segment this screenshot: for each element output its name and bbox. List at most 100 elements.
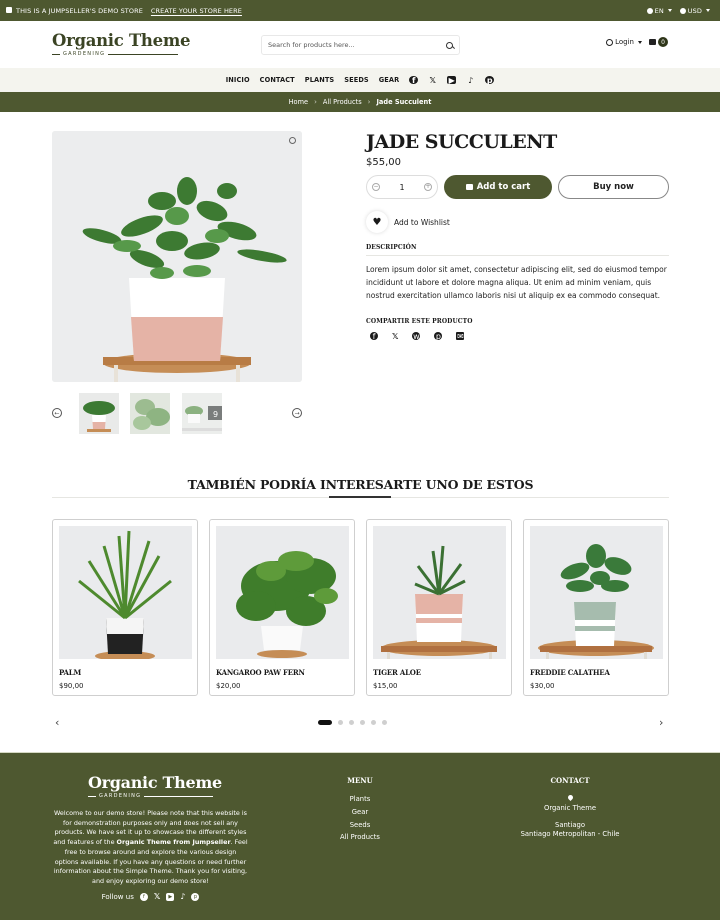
add-to-cart-button[interactable]: Add to cart: [444, 175, 552, 199]
breadcrumb-all-products[interactable]: All Products: [323, 98, 362, 106]
pinterest-icon[interactable]: p: [485, 76, 495, 85]
pinterest-icon[interactable]: p: [434, 332, 443, 341]
product-main-image[interactable]: [52, 131, 302, 382]
breadcrumb-current: Jade Succulent: [376, 98, 432, 106]
decrease-quantity-button[interactable]: −: [372, 183, 380, 191]
language-selector[interactable]: EN: [646, 7, 672, 15]
contact-name: Organic Theme: [543, 804, 597, 812]
carousel-next-button[interactable]: ›: [659, 716, 663, 729]
search-input[interactable]: [268, 41, 446, 49]
carousel-dot-5[interactable]: [371, 720, 376, 725]
logo[interactable]: Organic Theme GARDENING: [52, 32, 190, 58]
product-card[interactable]: TIGER ALOE $15,00: [366, 519, 512, 696]
x-icon[interactable]: 𝕏: [428, 76, 437, 85]
facebook-icon[interactable]: f: [139, 892, 148, 901]
product-card-image: [373, 526, 506, 659]
facebook-icon[interactable]: f: [409, 76, 419, 85]
product-card-name: KANGAROO PAW FERN: [216, 668, 305, 677]
carousel-dot-2[interactable]: [338, 720, 343, 725]
product-card-price: $30,00: [530, 682, 555, 690]
footer-menu-item-plants[interactable]: Plants: [320, 793, 400, 806]
footer-logo[interactable]: Organic Theme GARDENING: [88, 773, 222, 799]
thumbnail-prev-button[interactable]: ←: [52, 408, 62, 418]
product-description: Lorem ipsum dolor sit amet, consectetur …: [366, 265, 667, 300]
buy-now-button[interactable]: Buy now: [558, 175, 669, 199]
product-card-image: [59, 526, 192, 659]
product-card-image: [530, 526, 663, 659]
carousel-prev-button[interactable]: ‹: [55, 716, 59, 729]
tiktok-icon[interactable]: ♪: [466, 76, 475, 85]
product-card[interactable]: KANGAROO PAW FERN $20,00: [209, 519, 355, 696]
breadcrumb-home[interactable]: Home: [289, 98, 308, 106]
facebook-icon[interactable]: f: [370, 332, 378, 341]
footer-contact: CONTACT Organic Theme Santiago Santiago …: [480, 776, 660, 839]
product-card-price: $20,00: [216, 682, 241, 690]
search-box: [261, 35, 460, 55]
footer-menu-item-gear[interactable]: Gear: [320, 806, 400, 819]
carousel-dot-6[interactable]: [382, 720, 387, 725]
quantity-stepper: − 1 +: [366, 175, 438, 199]
currency-icon: [679, 7, 686, 14]
create-store-link[interactable]: CREATE YOUR STORE HERE: [151, 7, 242, 15]
carousel-dot-4[interactable]: [360, 720, 365, 725]
jade-plant-illustration: [52, 131, 302, 382]
nav-item-inicio[interactable]: INICIO: [226, 76, 250, 84]
nav-item-contact[interactable]: CONTACT: [260, 76, 295, 84]
wishlist-button[interactable]: ♥ Add to Wishlist: [366, 211, 669, 233]
footer-contact-heading: CONTACT: [550, 776, 590, 785]
footer-menu-item-seeds[interactable]: Seeds: [320, 819, 400, 832]
thumbnail-2[interactable]: [130, 393, 170, 434]
chevron-down-icon: [638, 40, 642, 44]
zoom-in-icon[interactable]: [289, 137, 296, 144]
footer-menu-item-all-products[interactable]: All Products: [320, 831, 400, 844]
youtube-icon[interactable]: ▶: [447, 76, 457, 85]
thumbnail-1[interactable]: [79, 393, 119, 434]
product-info: JADE SUCCULENT $55,00 − 1 + Add to cart …: [366, 131, 669, 341]
youtube-icon[interactable]: ▶: [166, 892, 175, 901]
nav-item-plants[interactable]: PLANTS: [305, 76, 335, 84]
thumbnail-3[interactable]: 9: [182, 393, 222, 434]
cart-icon: [649, 39, 656, 45]
login-button[interactable]: Login: [606, 38, 642, 46]
thumbnail-image: [130, 393, 170, 434]
nav-item-seeds[interactable]: SEEDS: [344, 76, 368, 84]
email-icon[interactable]: ✉: [456, 332, 465, 341]
description-heading: DESCRIPCIÓN: [366, 244, 669, 256]
main-nav: INICIO CONTACT PLANTS SEEDS GEAR f 𝕏 ▶ ♪…: [0, 68, 720, 92]
x-icon[interactable]: 𝕏: [392, 332, 398, 341]
product-card-name: FREDDIE CALATHEA: [530, 668, 610, 677]
breadcrumb-separator: ›: [367, 98, 371, 106]
currency-selector[interactable]: USD: [679, 7, 710, 15]
carousel-dot-1[interactable]: [318, 720, 332, 725]
product-card[interactable]: PALM $90,00: [52, 519, 198, 696]
footer-menu: MENU Plants Gear Seeds All Products: [320, 776, 400, 844]
related-heading: TAMBIÉN PODRÍA INTERESARTE UNO DE ESTOS: [187, 477, 534, 492]
increase-quantity-button[interactable]: +: [424, 183, 432, 191]
heart-icon: ♥: [366, 211, 388, 233]
thumbnail-next-button[interactable]: →: [292, 408, 302, 418]
product-card[interactable]: FREDDIE CALATHEA $30,00: [523, 519, 669, 696]
site-footer: Organic Theme GARDENING Welcome to our d…: [0, 752, 720, 920]
search-icon[interactable]: [446, 41, 453, 49]
tiktok-icon[interactable]: ♪: [180, 892, 185, 901]
product-price: $55,00: [366, 157, 401, 168]
user-icon: [606, 38, 614, 46]
related-divider: [52, 496, 669, 498]
product-title: JADE SUCCULENT: [366, 131, 557, 153]
footer-menu-heading: MENU: [347, 776, 373, 785]
cart-button[interactable]: 0: [649, 37, 668, 47]
quantity-value[interactable]: 1: [399, 183, 404, 192]
product-card-name: PALM: [59, 668, 82, 677]
carousel-dot-3[interactable]: [349, 720, 354, 725]
whatsapp-icon[interactable]: w: [412, 332, 421, 341]
bag-icon: [465, 184, 473, 190]
breadcrumb: Home › All Products › Jade Succulent: [0, 92, 720, 112]
share-buttons: f 𝕏 w p ✉: [366, 332, 669, 341]
carousel-pagination: [318, 720, 387, 725]
footer-about-text: Welcome to our demo store! Please note t…: [53, 809, 248, 885]
contact-region: Santiago Metropolitan - Chile: [520, 830, 620, 838]
pinterest-icon[interactable]: p: [191, 892, 200, 901]
demo-notice: THIS IS A JUMPSELLER'S DEMO STORE: [6, 6, 143, 15]
x-icon[interactable]: 𝕏: [154, 892, 160, 901]
nav-item-gear[interactable]: GEAR: [379, 76, 400, 84]
